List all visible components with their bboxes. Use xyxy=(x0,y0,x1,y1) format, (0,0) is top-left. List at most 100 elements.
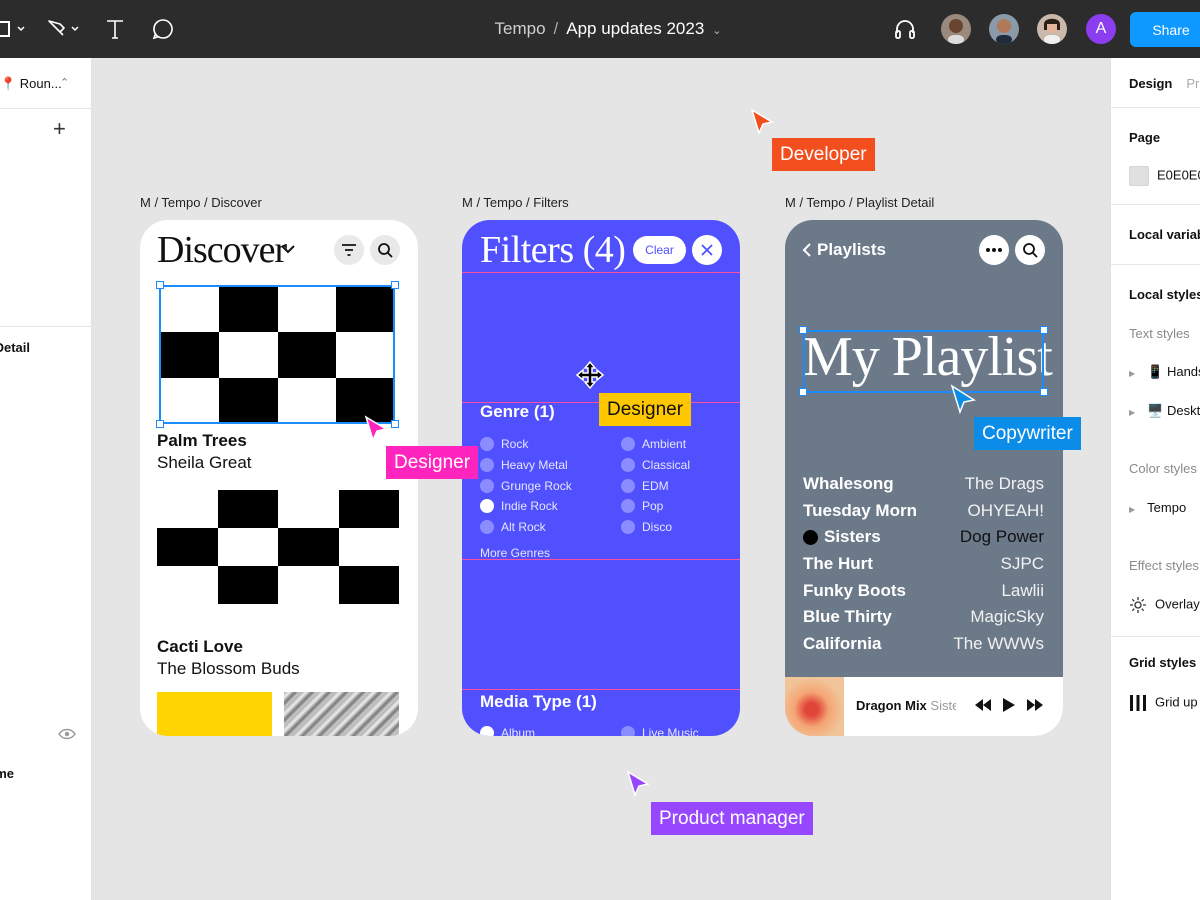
copywriter-cursor-label: Copywriter xyxy=(974,417,1081,450)
tab-design[interactable]: Design xyxy=(1129,76,1172,91)
genre-option[interactable]: Classical xyxy=(621,455,690,476)
page-selector[interactable]: 📍 Roun... xyxy=(0,76,62,92)
radio-dot[interactable] xyxy=(621,499,635,514)
caret-right-icon[interactable]: ▶ xyxy=(1129,369,1135,378)
media-option[interactable]: Live Music xyxy=(621,726,699,736)
page-color-value[interactable]: E0E0E0 xyxy=(1157,167,1200,182)
song-title[interactable]: Palm Trees xyxy=(157,431,247,451)
previous-icon[interactable] xyxy=(974,697,992,713)
filters-frame[interactable]: Filters (4) Clear Genre (1) Rock Heavy M… xyxy=(462,220,740,736)
add-page-button[interactable]: + xyxy=(53,118,66,140)
audio-chat-button[interactable] xyxy=(893,14,917,44)
genre-option[interactable]: Alt Rock xyxy=(480,517,572,538)
chevron-up-icon[interactable]: ⌃ xyxy=(60,76,69,89)
color-swatch[interactable] xyxy=(1129,166,1149,186)
clear-button[interactable]: Clear xyxy=(633,236,686,264)
media-option[interactable]: Album xyxy=(480,726,535,736)
back-button[interactable]: Playlists xyxy=(801,240,886,260)
close-button[interactable] xyxy=(692,235,722,265)
avatar[interactable] xyxy=(989,14,1019,44)
track-row[interactable]: Blue Thirty MagicSky xyxy=(803,604,1044,631)
layer-item-playlist-detail[interactable]: Playlist Detail xyxy=(0,340,30,355)
now-playing-art[interactable] xyxy=(785,677,844,736)
album-art[interactable] xyxy=(157,490,399,604)
effect-style-item[interactable]: Overlay xyxy=(1129,596,1200,614)
product-manager-cursor-label: Product manager xyxy=(651,802,813,835)
resize-handle[interactable] xyxy=(799,326,807,334)
track-row[interactable]: Tuesday Morn OHYEAH! xyxy=(803,498,1044,525)
share-button[interactable]: Share xyxy=(1130,12,1200,47)
album-art[interactable] xyxy=(284,692,399,736)
radio-dot-selected[interactable] xyxy=(480,499,494,514)
text-style-item[interactable]: ▶ 🖥️ Desktop xyxy=(1129,403,1200,419)
track-row[interactable]: California The WWWs xyxy=(803,631,1044,658)
genre-label: Ambient xyxy=(642,437,687,452)
text-style-item[interactable]: ▶ 📱 Handset xyxy=(1129,364,1200,380)
filter-button[interactable] xyxy=(334,235,364,265)
local-variables-button[interactable]: Local variables xyxy=(1129,227,1200,242)
more-genres-link[interactable]: More Genres xyxy=(480,546,550,560)
user-photo-icon xyxy=(941,14,971,44)
document-title[interactable]: Tempo / App updates 2023 ⌄ xyxy=(0,19,1200,39)
frame-label-filters[interactable]: M / Tempo / Filters xyxy=(462,195,569,210)
more-button[interactable] xyxy=(979,235,1009,265)
avatar[interactable] xyxy=(941,14,971,44)
radio-dot[interactable] xyxy=(621,478,635,493)
genre-option[interactable]: Indie Rock xyxy=(480,496,572,517)
genre-option[interactable]: Rock xyxy=(480,434,572,455)
radio-dot[interactable] xyxy=(480,478,494,493)
mini-player[interactable]: Dragon Mix Sisters xyxy=(785,677,1063,736)
caret-right-icon[interactable]: ▶ xyxy=(1129,408,1135,417)
color-style-item[interactable]: ▶ Tempo xyxy=(1129,500,1186,515)
frame-label-playlist[interactable]: M / Tempo / Playlist Detail xyxy=(785,195,934,210)
radio-dot[interactable] xyxy=(621,726,635,736)
radio-dot[interactable] xyxy=(480,437,494,452)
play-icon[interactable] xyxy=(1002,697,1016,713)
local-styles-title: Local styles xyxy=(1129,287,1200,302)
track-row[interactable]: Whalesong The Drags xyxy=(803,471,1044,498)
developer-cursor-icon xyxy=(750,108,774,136)
search-button[interactable] xyxy=(370,235,400,265)
playlist-frame[interactable]: Playlists My Playlist Whalesong The Drags… xyxy=(785,220,1063,736)
visibility-toggle[interactable] xyxy=(58,728,76,743)
genre-option[interactable]: Pop xyxy=(621,496,690,517)
radio-dot[interactable] xyxy=(621,520,635,535)
page-color-field[interactable]: E0E0E0 xyxy=(1129,166,1200,186)
song-title[interactable]: Cacti Love xyxy=(157,637,243,657)
tab-prototype[interactable]: Prototype xyxy=(1186,76,1200,91)
grid-style-item[interactable]: Grid up xyxy=(1129,694,1198,712)
next-icon[interactable] xyxy=(1026,697,1044,713)
resize-handle[interactable] xyxy=(156,281,164,289)
radio-dot-selected[interactable] xyxy=(480,726,494,736)
divider xyxy=(1111,204,1200,205)
resize-handle[interactable] xyxy=(391,420,399,428)
avatar[interactable]: A xyxy=(1086,14,1116,44)
caret-right-icon[interactable]: ▶ xyxy=(1129,505,1135,514)
radio-dot[interactable] xyxy=(621,437,635,452)
resize-handle[interactable] xyxy=(1040,326,1048,334)
genre-option[interactable]: Disco xyxy=(621,517,690,538)
layer-item-home[interactable]: Home xyxy=(0,766,14,781)
resize-handle[interactable] xyxy=(156,420,164,428)
track-row[interactable]: Funky Boots Lawlii xyxy=(803,577,1044,604)
discover-frame[interactable]: Discover Palm Trees Sheila Great Cacti L… xyxy=(140,220,418,736)
track-row[interactable]: The Hurt SJPC xyxy=(803,551,1044,578)
resize-handle[interactable] xyxy=(799,388,807,396)
frame-label-discover[interactable]: M / Tempo / Discover xyxy=(140,195,262,210)
genre-option[interactable]: Grunge Rock xyxy=(480,475,572,496)
radio-dot[interactable] xyxy=(480,458,494,473)
genre-option[interactable]: Heavy Metal xyxy=(480,455,572,476)
avatar[interactable] xyxy=(1037,14,1067,44)
search-button[interactable] xyxy=(1015,235,1045,265)
resize-handle[interactable] xyxy=(1040,388,1048,396)
radio-dot[interactable] xyxy=(621,458,635,473)
radio-dot[interactable] xyxy=(480,520,494,535)
album-art[interactable] xyxy=(157,692,272,736)
track-row-playing[interactable]: Sisters Dog Power xyxy=(803,524,1044,551)
page-title: Discover xyxy=(157,229,287,271)
chevron-down-icon[interactable] xyxy=(280,244,296,254)
resize-handle[interactable] xyxy=(391,281,399,289)
genre-list: Rock Heavy Metal Grunge Rock Indie Rock … xyxy=(480,434,572,537)
genre-option[interactable]: Ambient xyxy=(621,434,690,455)
genre-option[interactable]: EDM xyxy=(621,475,690,496)
